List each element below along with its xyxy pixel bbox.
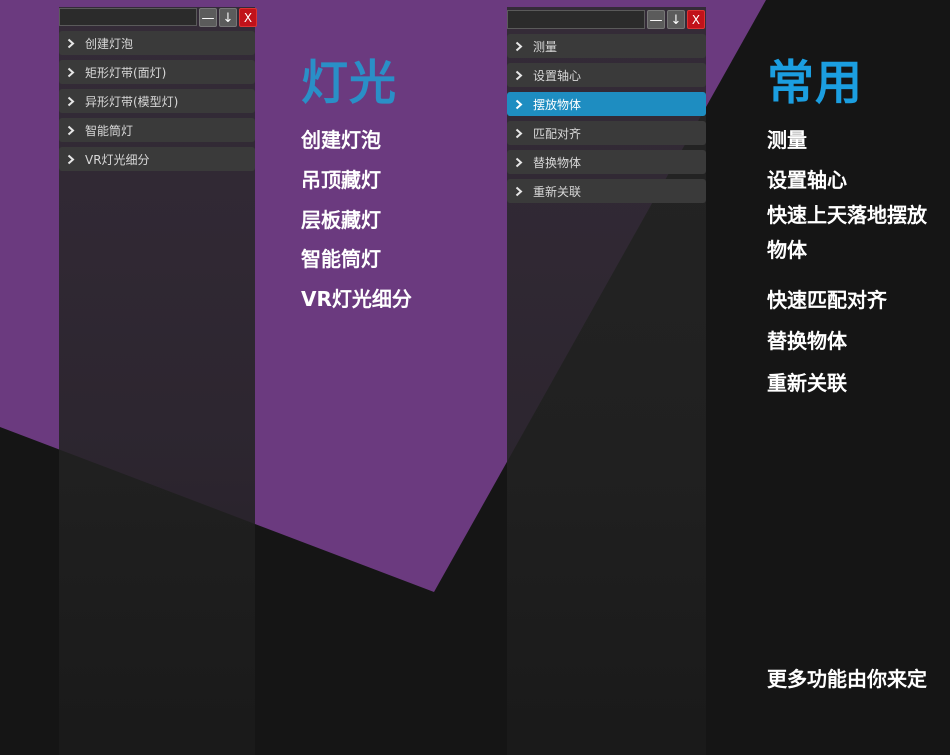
menu-item-replace-object[interactable]: 替换物体 — [507, 150, 706, 174]
chevron-right-icon — [515, 185, 525, 197]
lights-feature-2: 吊顶藏灯 — [301, 168, 381, 192]
panel-titlebar: — ↓ X — [59, 7, 257, 28]
chevron-right-icon — [67, 153, 77, 165]
lights-feature-5: VR灯光细分 — [301, 287, 412, 311]
menu-item-relink[interactable]: 重新关联 — [507, 179, 706, 203]
chevron-right-icon — [67, 95, 77, 107]
menu-item-rect-light-strip[interactable]: 矩形灯带(面灯) — [59, 60, 255, 84]
menu-item-measure[interactable]: 测量 — [507, 34, 706, 58]
common-footer-note: 更多功能由你来定 — [767, 667, 927, 691]
close-button[interactable]: X — [239, 8, 257, 27]
menu-item-label: 测量 — [533, 39, 558, 54]
lights-tool-panel: — ↓ X 创建灯泡 矩形灯带(面灯) 异形灯带(模型灯) 智能筒灯 VR灯光细… — [59, 7, 257, 755]
menu-item-label: 矩形灯带(面灯) — [85, 65, 167, 80]
menu-item-smart-downlight[interactable]: 智能筒灯 — [59, 118, 255, 142]
menu-item-label: 替换物体 — [533, 155, 582, 170]
chevron-right-icon — [515, 127, 525, 139]
chevron-right-icon — [515, 69, 525, 81]
common-feature-4: 快速匹配对齐 — [767, 288, 887, 312]
lights-feature-3: 层板藏灯 — [301, 208, 381, 232]
common-feature-6: 重新关联 — [767, 371, 847, 395]
menu-item-label: 匹配对齐 — [533, 126, 582, 141]
close-button[interactable]: X — [687, 10, 705, 29]
common-section-title: 常用 — [767, 56, 863, 111]
menu-item-shaped-light-strip[interactable]: 异形灯带(模型灯) — [59, 89, 255, 113]
menu-item-label: 重新关联 — [533, 184, 582, 199]
search-input[interactable] — [59, 8, 197, 26]
common-feature-1: 测量 — [767, 128, 807, 152]
lights-feature-4: 智能筒灯 — [301, 247, 381, 271]
chevron-right-icon — [515, 98, 525, 110]
lights-section-title: 灯光 — [301, 56, 397, 111]
menu-item-create-bulb[interactable]: 创建灯泡 — [59, 31, 255, 55]
common-tool-panel: — ↓ X 测量 设置轴心 摆放物体 匹配对齐 替换物体 重新关联 — [507, 7, 706, 755]
menu-item-label: 智能筒灯 — [85, 123, 134, 138]
menu-item-label: VR灯光细分 — [85, 152, 150, 167]
pin-button[interactable]: ↓ — [667, 10, 685, 29]
menu-item-label: 异形灯带(模型灯) — [85, 94, 179, 109]
common-feature-3: 快速上天落地摆放物体 — [767, 203, 927, 262]
minimize-button[interactable]: — — [199, 8, 217, 27]
chevron-right-icon — [515, 40, 525, 52]
chevron-right-icon — [67, 66, 77, 78]
menu-item-vr-light-subdivide[interactable]: VR灯光细分 — [59, 147, 255, 171]
menu-item-set-pivot[interactable]: 设置轴心 — [507, 63, 706, 87]
chevron-right-icon — [67, 124, 77, 136]
common-feature-2: 设置轴心 — [767, 168, 847, 192]
common-feature-5: 替换物体 — [767, 329, 847, 353]
menu-item-label: 摆放物体 — [533, 97, 582, 112]
minimize-button[interactable]: — — [647, 10, 665, 29]
search-input[interactable] — [507, 10, 645, 29]
menu-item-match-align[interactable]: 匹配对齐 — [507, 121, 706, 145]
common-menu: 测量 设置轴心 摆放物体 匹配对齐 替换物体 重新关联 — [507, 34, 706, 203]
panel-titlebar: — ↓ X — [507, 7, 706, 31]
menu-item-label: 设置轴心 — [533, 68, 582, 83]
chevron-right-icon — [515, 156, 525, 168]
pin-button[interactable]: ↓ — [219, 8, 237, 27]
lights-menu: 创建灯泡 矩形灯带(面灯) 异形灯带(模型灯) 智能筒灯 VR灯光细分 — [59, 31, 255, 171]
lights-feature-1: 创建灯泡 — [301, 128, 381, 152]
chevron-right-icon — [67, 37, 77, 49]
menu-item-place-object[interactable]: 摆放物体 — [507, 92, 706, 116]
menu-item-label: 创建灯泡 — [85, 36, 134, 51]
